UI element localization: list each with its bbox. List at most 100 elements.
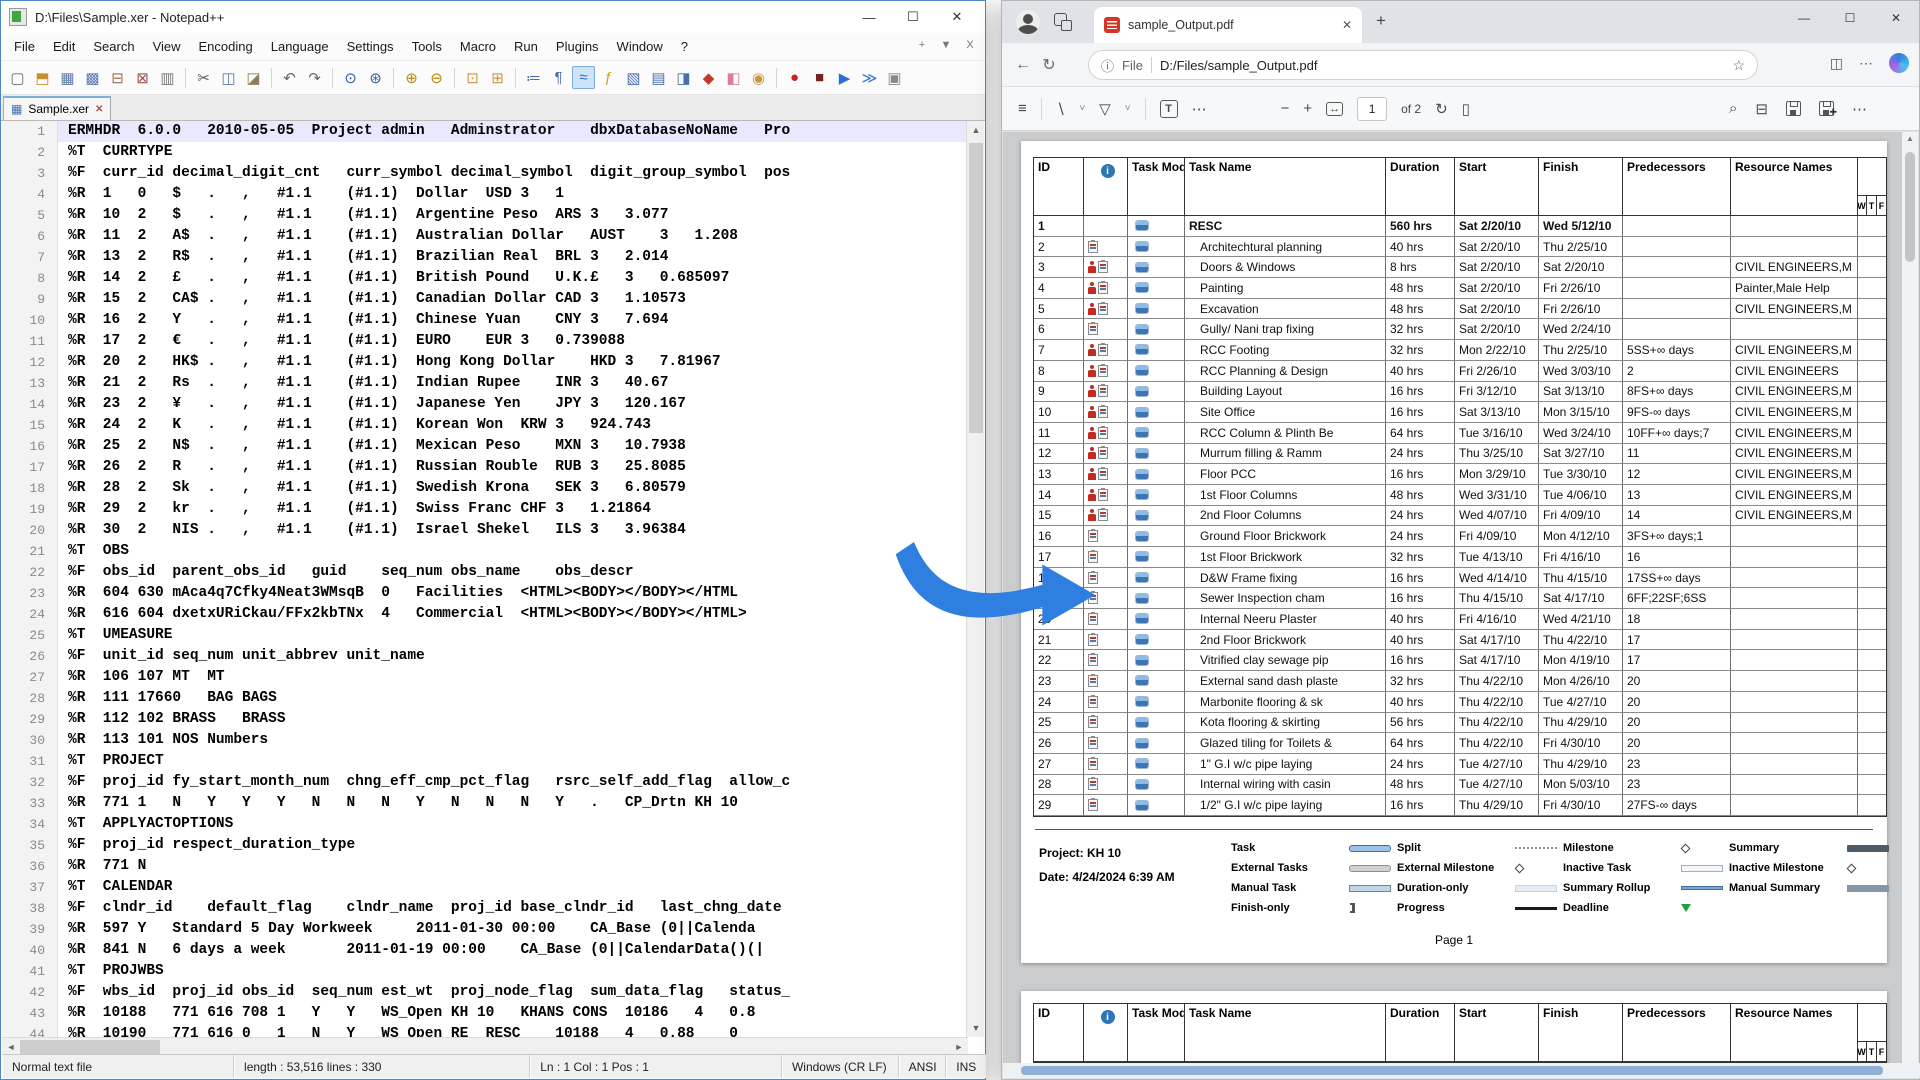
editor-line[interactable]: 22 %F obs_id parent_obs_id guid seq_num o… — [2, 562, 968, 583]
editor-line[interactable]: 32 %F proj_id fy_start_month_num chng_eff… — [2, 772, 968, 793]
editor-line[interactable]: 41 %T PROJWBS — [2, 961, 968, 982]
toolbar-icon[interactable]: ⊛ — [364, 66, 387, 89]
menu-item-encoding[interactable]: Encoding — [190, 35, 262, 58]
editor-line[interactable]: 1 ERMHDR 6.0.0 2010-05-05 Project admin A… — [2, 121, 968, 142]
editor-line[interactable]: 12 %R 20 2 HK$ . , #1.1 (#1.1) Hong Kong … — [2, 352, 968, 373]
editor-line[interactable]: 20 %R 30 2 NIS . , #1.1 (#1.1) Israel She… — [2, 520, 968, 541]
print-icon[interactable]: ⊟ — [1755, 100, 1768, 118]
editor-line[interactable]: 43 %R 10188 771 616 708 1 Y Y WS_Open KH … — [2, 1003, 968, 1024]
editor-line[interactable]: 13 %R 21 2 Rs . , #1.1 (#1.1) Indian Rupe… — [2, 373, 968, 394]
zoom-in-icon[interactable]: + — [1303, 100, 1312, 117]
edge-close-button[interactable]: ✕ — [1873, 1, 1919, 35]
editor-line[interactable]: 15 %R 24 2 K . , #1.1 (#1.1) Korean Won K… — [2, 415, 968, 436]
tabbar-control[interactable]: + — [915, 39, 929, 51]
profile-avatar-icon[interactable] — [1016, 10, 1040, 34]
edge-scroll-up-icon[interactable]: ▲ — [1906, 134, 1914, 143]
toolbar-icon[interactable]: ¶ — [547, 66, 570, 89]
edge-vscroll-thumb[interactable] — [1905, 152, 1915, 262]
save-icon[interactable] — [1786, 101, 1801, 116]
edge-active-tab[interactable]: sample_Output.pdf ✕ — [1094, 7, 1362, 43]
new-tab-button[interactable]: + — [1376, 11, 1386, 31]
editor-line[interactable]: 44 %R 10190 771 616 0 1 N Y WS_Open RE RE… — [2, 1024, 968, 1037]
toolbar-icon[interactable]: ▶ — [833, 66, 856, 89]
tab-close-icon[interactable]: ✕ — [1342, 18, 1352, 32]
npp-tab-close-icon[interactable]: ✕ — [95, 104, 103, 115]
menu-item-settings[interactable]: Settings — [338, 35, 403, 58]
toolbar-icon[interactable]: ● — [783, 66, 806, 89]
npp-vscroll-thumb[interactable] — [969, 143, 983, 433]
toolbar-icon[interactable]: ▥ — [156, 66, 179, 89]
zoom-out-icon[interactable]: − — [1281, 100, 1290, 117]
editor-line[interactable]: 18 %R 28 2 Sk . , #1.1 (#1.1) Swedish Kro… — [2, 478, 968, 499]
npp-tabbar-mini-controls[interactable]: + ▼ X — [915, 39, 977, 51]
toolbar-icon[interactable]: ▦ — [56, 66, 79, 89]
save-as-icon[interactable]: ✚ — [1819, 101, 1837, 117]
more-tools-icon[interactable]: ⋯ — [1192, 100, 1207, 118]
editor-line[interactable]: 5 %R 10 2 $ . , #1.1 (#1.1) Argentine Pes… — [2, 205, 968, 226]
toolbar-icon[interactable]: ⊡ — [461, 66, 484, 89]
refresh-icon[interactable]: ↻ — [1036, 55, 1062, 75]
editor-line[interactable]: 37 %T CALENDAR — [2, 877, 968, 898]
toolbar-icon[interactable]: ⊖ — [425, 66, 448, 89]
editor-line[interactable]: 8 %R 14 2 £ . , #1.1 (#1.1) British Pound… — [2, 268, 968, 289]
editor-line[interactable]: 3 %F curr_id decimal_digit_cnt curr_symbo… — [2, 163, 968, 184]
npp-titlebar[interactable]: D:\Files\Sample.xer - Notepad++ — ☐ ✕ — [1, 1, 985, 33]
toolbar-icon[interactable]: ◪ — [242, 66, 265, 89]
fit-width-icon[interactable]: ↔ — [1326, 101, 1344, 116]
editor-line[interactable]: 9 %R 15 2 CA$ . , #1.1 (#1.1) Canadian Do… — [2, 289, 968, 310]
editor-line[interactable]: 27 %R 106 107 MT MT — [2, 667, 968, 688]
scroll-up-icon[interactable]: ▲ — [967, 121, 985, 139]
editor-line[interactable]: 23 %R 604 630 mAca4q7Cfky4Neat3WMsqB 0 Fa… — [2, 583, 968, 604]
editor-line[interactable]: 24 %R 616 604 dxetxURiCkau/FFx2kbTNx 4 Co… — [2, 604, 968, 625]
menu-item-language[interactable]: Language — [262, 35, 338, 58]
info-icon[interactable]: ⓘ — [1101, 56, 1114, 75]
add-text-icon[interactable]: T — [1159, 99, 1178, 118]
npp-horizontal-scrollbar[interactable]: ◄ ► — [2, 1037, 968, 1055]
pdf-more-icon[interactable]: ⋯ — [1852, 100, 1867, 118]
editor-line[interactable]: 19 %R 29 2 kr . , #1.1 (#1.1) Swiss Franc… — [2, 499, 968, 520]
toolbar-icon[interactable]: ↷ — [303, 66, 326, 89]
editor-line[interactable]: 10 %R 16 2 Y . , #1.1 (#1.1) Chinese Yuan… — [2, 310, 968, 331]
search-icon[interactable]: ⌕ — [1729, 100, 1737, 117]
toc-icon[interactable]: ≡ — [1018, 100, 1027, 117]
menu-item-macro[interactable]: Macro — [451, 35, 505, 58]
toolbar-icon[interactable]: ✂ — [192, 66, 215, 89]
editor-line[interactable]: 25 %T UMEASURE — [2, 625, 968, 646]
menu-item-plugins[interactable]: Plugins — [547, 35, 608, 58]
npp-document-tab[interactable]: ▦ Sample.xer ✕ — [3, 96, 112, 120]
editor-line[interactable]: 26 %F unit_id seq_num unit_abbrev unit_na… — [2, 646, 968, 667]
rotate-icon[interactable]: ↻ — [1435, 100, 1448, 118]
npp-minimize-button[interactable]: — — [847, 1, 891, 33]
editor-line[interactable]: 17 %R 26 2 R . , #1.1 (#1.1) Russian Roub… — [2, 457, 968, 478]
copilot-icon[interactable] — [1889, 53, 1909, 73]
npp-maximize-button[interactable]: ☐ — [891, 1, 935, 33]
editor-line[interactable]: 11 %R 17 2 € . , #1.1 (#1.1) EURO EUR 3 0… — [2, 331, 968, 352]
toolbar-icon[interactable]: ◉ — [747, 66, 770, 89]
toolbar-icon[interactable]: ▣ — [883, 66, 906, 89]
draw-dropdown-icon[interactable]: ˅ — [1079, 103, 1085, 114]
back-icon[interactable]: ← — [1010, 56, 1036, 74]
page-number-input[interactable]: 1 — [1357, 96, 1388, 121]
editor-line[interactable]: 21 %T OBS — [2, 541, 968, 562]
npp-close-button[interactable]: ✕ — [935, 1, 979, 33]
editor-line[interactable]: 42 %F wbs_id proj_id obs_id seq_num est_w… — [2, 982, 968, 1003]
editor-line[interactable]: 14 %R 23 2 ¥ . , #1.1 (#1.1) Japanese Yen… — [2, 394, 968, 415]
editor-line[interactable]: 7 %R 13 2 R$ . , #1.1 (#1.1) Brazilian Re… — [2, 247, 968, 268]
tab-groups-icon[interactable] — [1054, 13, 1072, 31]
editor-line[interactable]: 4 %R 1 0 $ . , #1.1 (#1.1) Dollar USD 3 1 — [2, 184, 968, 205]
toolbar-icon[interactable]: ≫ — [858, 66, 881, 89]
menu-item-file[interactable]: File — [5, 35, 44, 58]
toolbar-icon[interactable]: ↶ — [278, 66, 301, 89]
editor-line[interactable]: 34 %T APPLYACTOPTIONS — [2, 814, 968, 835]
editor-line[interactable]: 2 %T CURRTYPE — [2, 142, 968, 163]
editor-line[interactable]: 36 %R 771 N — [2, 856, 968, 877]
toolbar-icon[interactable]: ◆ — [697, 66, 720, 89]
scroll-down-icon[interactable]: ▼ — [967, 1019, 985, 1037]
editor-line[interactable]: 29 %R 112 102 BRASS BRASS — [2, 709, 968, 730]
tabbar-control[interactable]: X — [963, 39, 977, 51]
edge-vertical-scrollbar[interactable]: ▲ — [1902, 132, 1918, 1065]
editor-line[interactable]: 16 %R 25 2 N$ . , #1.1 (#1.1) Mexican Pes… — [2, 436, 968, 457]
page-view-icon[interactable]: ▯ — [1462, 100, 1470, 118]
pdf-content-area[interactable]: ID i Task Mode Task Name Duration Start … — [1003, 132, 1903, 1065]
editor-line[interactable]: 40 %R 841 N 6 days a week 2011-01-19 00:0… — [2, 940, 968, 961]
